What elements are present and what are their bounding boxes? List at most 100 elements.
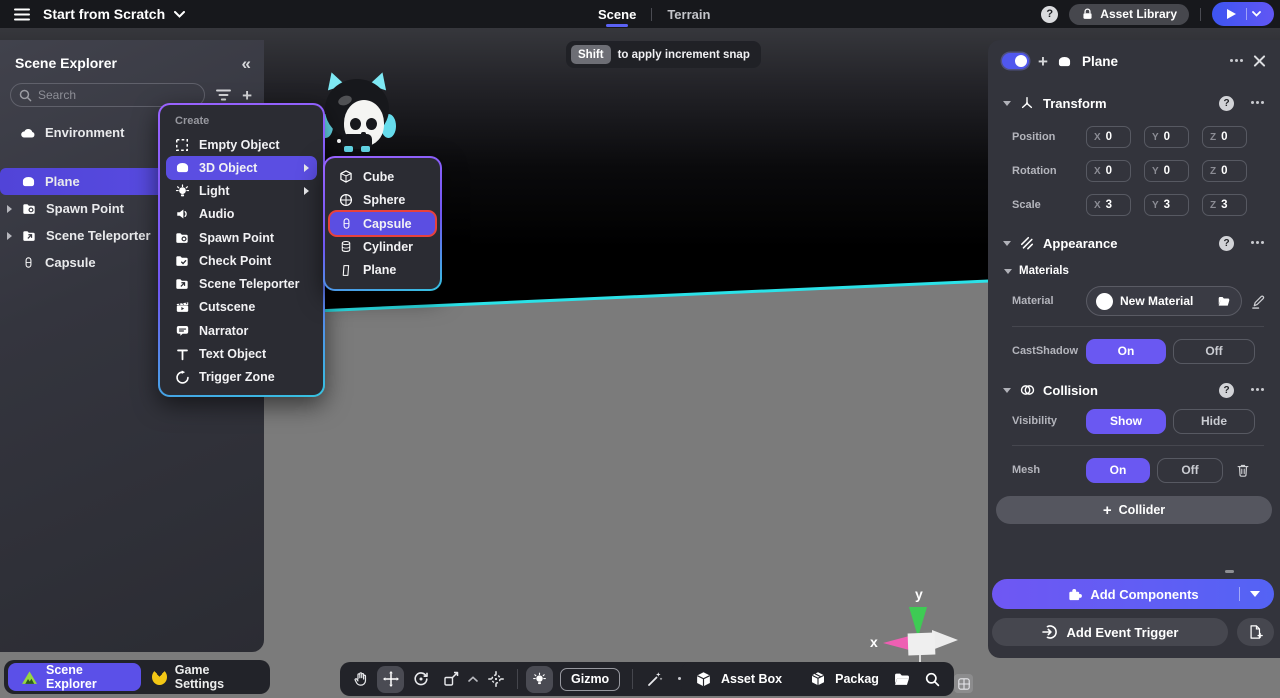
scene-explorer-button[interactable]: Scene Explorer <box>8 663 141 691</box>
section-chevron-icon[interactable] <box>1003 241 1011 246</box>
gizmo-center-cube[interactable] <box>908 633 936 656</box>
menu-item-text-object[interactable]: Text Object <box>166 342 317 365</box>
add-icon[interactable] <box>1038 53 1048 70</box>
submenu-item-cube[interactable]: Cube <box>330 165 435 188</box>
scale-x-field[interactable]: X3 <box>1086 194 1131 216</box>
collision-section-header[interactable]: Collision <box>988 377 1280 403</box>
menu-item-label: Trigger Zone <box>199 370 275 384</box>
cast-shadow-off-button[interactable]: Off <box>1173 339 1255 364</box>
delete-collider-icon[interactable] <box>1236 463 1250 478</box>
transform-section-header[interactable]: Transform <box>988 90 1280 116</box>
object-enabled-toggle[interactable] <box>1002 53 1029 69</box>
rotation-x-field[interactable]: X0 <box>1086 160 1131 182</box>
scale-tool-button[interactable] <box>437 666 464 693</box>
rotation-z-field[interactable]: Z0 <box>1202 160 1247 182</box>
asset-box-button[interactable]: Asset Box <box>721 672 782 686</box>
material-picker[interactable]: New Material <box>1086 286 1242 316</box>
scale-z-field[interactable]: Z3 <box>1202 194 1247 216</box>
help-icon[interactable] <box>1219 236 1234 251</box>
collapse-panel-icon[interactable] <box>242 55 249 72</box>
game-settings-button[interactable]: Game Settings <box>141 663 266 691</box>
play-options-chevron-icon[interactable] <box>1252 11 1261 17</box>
folder-icon[interactable] <box>1216 295 1232 308</box>
submenu-item-plane[interactable]: Plane <box>330 259 435 282</box>
components-chevron-icon[interactable] <box>1250 591 1260 597</box>
add-components-button[interactable]: Add Components <box>992 579 1274 609</box>
gizmo-toggle-button[interactable]: Gizmo <box>560 668 620 691</box>
menu-item-audio[interactable]: Audio <box>166 203 317 226</box>
gizmo-z-handle[interactable] <box>932 630 958 650</box>
menu-item-light[interactable]: Light <box>166 180 317 203</box>
folder-icon[interactable] <box>893 672 911 687</box>
chevron-down-icon[interactable] <box>174 11 185 18</box>
tab-terrain[interactable]: Terrain <box>652 0 725 28</box>
snap-target-button[interactable] <box>482 666 509 693</box>
visibility-hide-button[interactable]: Hide <box>1173 409 1255 434</box>
help-icon[interactable] <box>1219 383 1234 398</box>
menu-item-scene-teleporter[interactable]: Scene Teleporter <box>166 273 317 296</box>
submenu-item-cylinder[interactable]: Cylinder <box>330 235 435 258</box>
help-icon[interactable] <box>1041 6 1058 23</box>
menu-item-narrator[interactable]: Narrator <box>166 319 317 342</box>
filter-icon[interactable] <box>216 89 231 101</box>
submenu-item-capsule[interactable]: Capsule <box>330 212 435 235</box>
close-icon[interactable] <box>1253 55 1266 68</box>
divider <box>1012 445 1264 446</box>
move-tool-button[interactable] <box>377 666 404 693</box>
add-collider-button[interactable]: Collider <box>996 496 1272 524</box>
position-y-field[interactable]: Y0 <box>1144 126 1189 148</box>
position-z-field[interactable]: Z0 <box>1202 126 1247 148</box>
submenu-item-sphere[interactable]: Sphere <box>330 188 435 211</box>
tool-options-chevron-icon[interactable] <box>468 676 478 682</box>
scale-y-field[interactable]: Y3 <box>1144 194 1189 216</box>
more-options-icon[interactable] <box>1230 59 1244 63</box>
search-input[interactable] <box>38 88 196 102</box>
expand-chevron-icon[interactable] <box>7 232 12 240</box>
pan-tool-button[interactable] <box>347 666 374 693</box>
magic-wand-button[interactable] <box>641 666 668 693</box>
play-button[interactable] <box>1212 2 1274 26</box>
section-chevron-icon[interactable] <box>1004 269 1012 274</box>
cast-shadow-on-button[interactable]: On <box>1086 339 1166 364</box>
more-options-icon[interactable] <box>1251 388 1265 392</box>
app-window: Shift to apply increment snap y x Start … <box>0 0 1280 698</box>
puzzle-icon <box>1067 587 1082 602</box>
add-event-trigger-button[interactable]: Add Event Trigger <box>992 618 1228 646</box>
project-title[interactable]: Start from Scratch <box>43 6 165 22</box>
menu-item-label: Empty Object <box>199 138 280 152</box>
mesh-on-button[interactable]: On <box>1086 458 1150 483</box>
menu-item-3d-object[interactable]: 3D Object <box>166 156 317 179</box>
menu-item-spawn-point[interactable]: Spawn Point <box>166 226 317 249</box>
grid-view-icon[interactable] <box>954 674 973 693</box>
menu-item-empty-object[interactable]: Empty Object <box>166 133 317 156</box>
visibility-show-button[interactable]: Show <box>1086 409 1166 434</box>
scrollbar-thumb[interactable] <box>1225 570 1234 573</box>
menu-item-label: Audio <box>199 207 234 221</box>
mesh-off-button[interactable]: Off <box>1157 458 1223 483</box>
search-icon[interactable] <box>925 672 940 687</box>
tab-scene[interactable]: Scene <box>583 0 651 28</box>
section-chevron-icon[interactable] <box>1003 388 1011 393</box>
add-script-file-button[interactable] <box>1237 618 1274 646</box>
lighting-button[interactable] <box>526 666 553 693</box>
tree-item-label: Capsule <box>45 255 96 270</box>
edit-material-icon[interactable] <box>1251 294 1266 309</box>
expand-chevron-icon[interactable] <box>7 205 12 213</box>
menu-item-cutscene[interactable]: Cutscene <box>166 296 317 319</box>
add-object-icon[interactable] <box>242 87 252 104</box>
hamburger-menu-icon[interactable] <box>14 8 30 21</box>
appearance-section-header[interactable]: Appearance <box>988 230 1280 256</box>
more-options-icon[interactable] <box>1251 241 1265 245</box>
clapperboard-icon <box>174 300 190 314</box>
check-point-folder-icon <box>174 254 190 268</box>
asset-library-button[interactable]: Asset Library <box>1069 4 1189 25</box>
section-chevron-icon[interactable] <box>1003 101 1011 106</box>
position-x-field[interactable]: X0 <box>1086 126 1131 148</box>
more-options-icon[interactable] <box>1251 101 1265 105</box>
menu-item-trigger-zone[interactable]: Trigger Zone <box>166 366 317 389</box>
help-icon[interactable] <box>1219 96 1234 111</box>
menu-item-check-point[interactable]: Check Point <box>166 249 317 272</box>
rotation-y-field[interactable]: Y0 <box>1144 160 1189 182</box>
rotate-tool-button[interactable] <box>407 666 434 693</box>
materials-subsection-header[interactable]: Materials <box>988 260 1280 282</box>
